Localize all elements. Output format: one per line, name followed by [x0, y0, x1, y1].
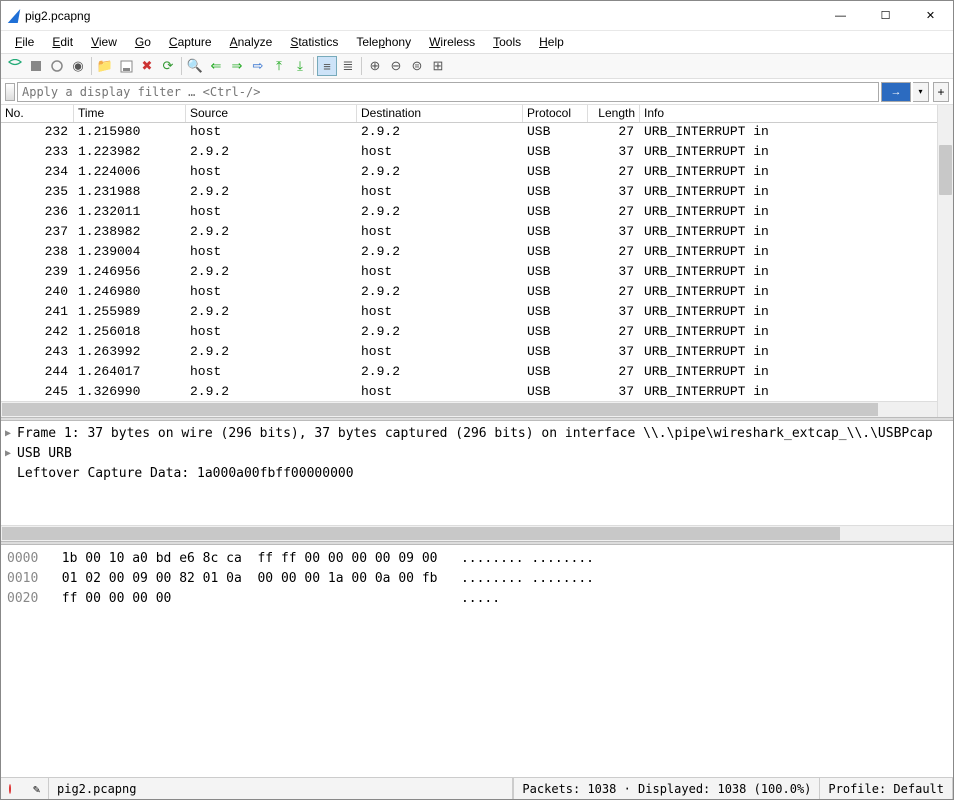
zoom-in-icon[interactable]: ⊕	[365, 56, 385, 76]
table-row[interactable]: 2441.264017host2.9.2USB27URB_INTERRUPT i…	[1, 363, 953, 383]
table-row[interactable]: 2401.246980host2.9.2USB27URB_INTERRUPT i…	[1, 283, 953, 303]
go-forward-icon[interactable]: ⇒	[227, 56, 247, 76]
close-file-icon[interactable]: ✖	[137, 56, 157, 76]
table-row[interactable]: 2371.2389822.9.2hostUSB37URB_INTERRUPT i…	[1, 223, 953, 243]
details-hscroll[interactable]	[1, 525, 953, 541]
hex-row[interactable]: 0000 1b 00 10 a0 bd e6 8c ca ff ff 00 00…	[7, 549, 947, 569]
display-filter-input[interactable]	[17, 82, 879, 102]
go-to-packet-icon[interactable]: ⇨	[248, 56, 268, 76]
table-row[interactable]: 2421.256018host2.9.2USB27URB_INTERRUPT i…	[1, 323, 953, 343]
wireshark-icon	[8, 9, 20, 23]
statusbar: ✎ pig2.pcapng Packets: 1038 · Displayed:…	[1, 777, 953, 799]
table-row[interactable]: 2451.3269902.9.2hostUSB37URB_INTERRUPT i…	[1, 383, 953, 401]
col-protocol[interactable]: Protocol	[523, 105, 588, 122]
restart-capture-icon[interactable]	[47, 56, 67, 76]
status-file: pig2.pcapng	[49, 778, 513, 799]
detail-urb[interactable]: USB URB	[17, 446, 72, 461]
col-info[interactable]: Info	[640, 105, 953, 122]
auto-scroll-icon[interactable]: ≡	[317, 56, 337, 76]
detail-leftover[interactable]: Leftover Capture Data: 1a000a00fbff00000…	[17, 466, 354, 481]
table-row[interactable]: 2321.215980host2.9.2USB27URB_INTERRUPT i…	[1, 123, 953, 143]
col-time[interactable]: Time	[74, 105, 186, 122]
col-destination[interactable]: Destination	[357, 105, 523, 122]
packet-list-vscroll[interactable]	[937, 105, 953, 417]
menu-help[interactable]: Help	[531, 33, 572, 51]
status-packets: Packets: 1038 · Displayed: 1038 (100.0%)	[513, 778, 820, 799]
menu-go[interactable]: Go	[127, 33, 159, 51]
table-row[interactable]: 2381.239004host2.9.2USB27URB_INTERRUPT i…	[1, 243, 953, 263]
expert-info-icon	[9, 784, 11, 794]
apply-filter-button[interactable]: →	[881, 82, 911, 102]
menu-file[interactable]: File	[7, 33, 42, 51]
table-row[interactable]: 2361.232011host2.9.2USB27URB_INTERRUPT i…	[1, 203, 953, 223]
filter-toolbar: → ▾ +	[1, 79, 953, 105]
open-file-icon[interactable]: 📁	[95, 56, 115, 76]
capture-file-button[interactable]: ✎	[25, 778, 49, 799]
hex-row[interactable]: 0020 ff 00 00 00 00 .....	[7, 589, 947, 609]
save-file-icon[interactable]	[116, 56, 136, 76]
expand-icon[interactable]: ▶	[5, 428, 17, 439]
colorize-icon[interactable]: ≣	[338, 56, 358, 76]
packet-list-body[interactable]: 2321.215980host2.9.2USB27URB_INTERRUPT i…	[1, 123, 953, 401]
packet-list-hscroll[interactable]	[1, 401, 953, 417]
menu-view[interactable]: View	[83, 33, 125, 51]
expand-icon[interactable]: ▶	[5, 448, 17, 459]
menu-statistics[interactable]: Statistics	[282, 33, 346, 51]
col-no[interactable]: No.	[1, 105, 74, 122]
menu-wireless[interactable]: Wireless	[421, 33, 483, 51]
capture-options-icon[interactable]: ◉	[68, 56, 88, 76]
stop-capture-icon[interactable]	[26, 56, 46, 76]
packet-list-pane: No. Time Source Destination Protocol Len…	[1, 105, 953, 417]
table-row[interactable]: 2351.2319882.9.2hostUSB37URB_INTERRUPT i…	[1, 183, 953, 203]
maximize-button[interactable]: ☐	[863, 1, 908, 30]
window-title: pig2.pcapng	[25, 9, 818, 23]
packet-details-body[interactable]: ▶Frame 1: 37 bytes on wire (296 bits), 3…	[1, 421, 953, 525]
table-row[interactable]: 2331.2239822.9.2hostUSB37URB_INTERRUPT i…	[1, 143, 953, 163]
go-back-icon[interactable]: ⇐	[206, 56, 226, 76]
menu-analyze[interactable]: Analyze	[222, 33, 281, 51]
go-last-icon[interactable]: ⤓	[290, 56, 310, 76]
menu-capture[interactable]: Capture	[161, 33, 220, 51]
packet-list-header: No. Time Source Destination Protocol Len…	[1, 105, 953, 123]
bookmark-filter-icon[interactable]	[5, 83, 15, 101]
status-profile[interactable]: Profile: Default	[820, 778, 953, 799]
reload-icon[interactable]: ⟳	[158, 56, 178, 76]
menu-edit[interactable]: Edit	[44, 33, 81, 51]
table-row[interactable]: 2341.224006host2.9.2USB27URB_INTERRUPT i…	[1, 163, 953, 183]
table-row[interactable]: 2411.2559892.9.2hostUSB37URB_INTERRUPT i…	[1, 303, 953, 323]
menu-tools[interactable]: Tools	[485, 33, 529, 51]
zoom-reset-icon[interactable]: ⊜	[407, 56, 427, 76]
col-source[interactable]: Source	[186, 105, 357, 122]
close-button[interactable]: ✕	[908, 1, 953, 30]
packet-details-pane: ▶Frame 1: 37 bytes on wire (296 bits), 3…	[1, 421, 953, 541]
table-row[interactable]: 2391.2469562.9.2hostUSB37URB_INTERRUPT i…	[1, 263, 953, 283]
table-row[interactable]: 2431.2639922.9.2hostUSB37URB_INTERRUPT i…	[1, 343, 953, 363]
detail-frame[interactable]: Frame 1: 37 bytes on wire (296 bits), 37…	[17, 426, 933, 441]
filter-history-button[interactable]: ▾	[913, 82, 929, 102]
minimize-button[interactable]: —	[818, 1, 863, 30]
titlebar: pig2.pcapng — ☐ ✕	[1, 1, 953, 31]
resize-columns-icon[interactable]: ⊞	[428, 56, 448, 76]
col-length[interactable]: Length	[588, 105, 640, 122]
menubar: FileEditViewGoCaptureAnalyzeStatisticsTe…	[1, 31, 953, 53]
main-toolbar: ◉ 📁 ✖ ⟳ 🔍 ⇐ ⇒ ⇨ ⤒ ⤓ ≡ ≣ ⊕ ⊖ ⊜ ⊞	[1, 53, 953, 79]
find-packet-icon[interactable]: 🔍	[185, 56, 205, 76]
hex-row[interactable]: 0010 01 02 00 09 00 82 01 0a 00 00 00 1a…	[7, 569, 947, 589]
zoom-out-icon[interactable]: ⊖	[386, 56, 406, 76]
add-filter-button[interactable]: +	[933, 82, 949, 102]
menu-telephony[interactable]: Telephony	[348, 33, 419, 51]
packet-bytes-pane[interactable]: 0000 1b 00 10 a0 bd e6 8c ca ff ff 00 00…	[1, 545, 953, 777]
start-capture-icon[interactable]	[5, 56, 25, 76]
go-first-icon[interactable]: ⤒	[269, 56, 289, 76]
expert-info-button[interactable]	[1, 778, 25, 799]
